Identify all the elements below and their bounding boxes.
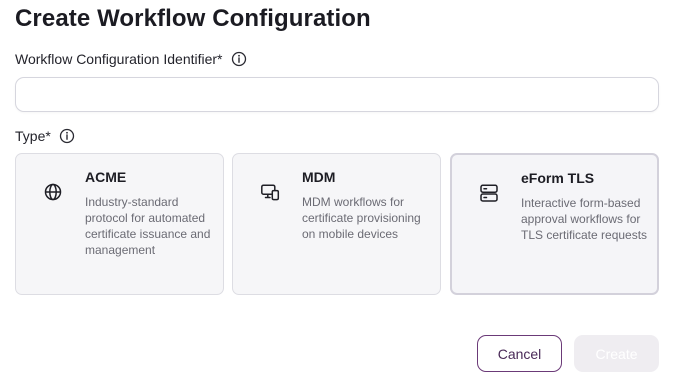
cancel-button[interactable]: Cancel [477,335,562,372]
type-card-title: ACME [85,169,127,185]
type-card-title: eForm TLS [521,170,595,186]
type-label: Type* [15,128,51,144]
type-card-title: MDM [302,169,336,185]
type-card-description: Industry-standard protocol for automated… [85,195,211,257]
globe-icon [43,182,63,202]
type-card-description: MDM workflows for certificate provisioni… [302,195,421,241]
create-button[interactable]: Create [574,335,659,372]
server-icon [479,183,499,203]
devices-icon [260,182,280,202]
info-icon[interactable] [231,51,247,67]
type-card-description: Interactive form-based approval workflow… [521,196,648,242]
workflow-identifier-input[interactable] [15,77,659,112]
type-card-eform-tls[interactable]: eForm TLS Interactive form-based approva… [450,153,659,295]
type-card-acme[interactable]: ACME Industry-standard protocol for auto… [15,153,224,295]
info-icon[interactable] [59,128,75,144]
page-title: Create Workflow Configuration [15,5,371,32]
type-label-row: Type* [15,128,75,144]
identifier-label: Workflow Configuration Identifier* [15,51,223,67]
type-card-mdm[interactable]: MDM MDM workflows for certificate provis… [232,153,441,295]
identifier-label-row: Workflow Configuration Identifier* [15,51,247,67]
